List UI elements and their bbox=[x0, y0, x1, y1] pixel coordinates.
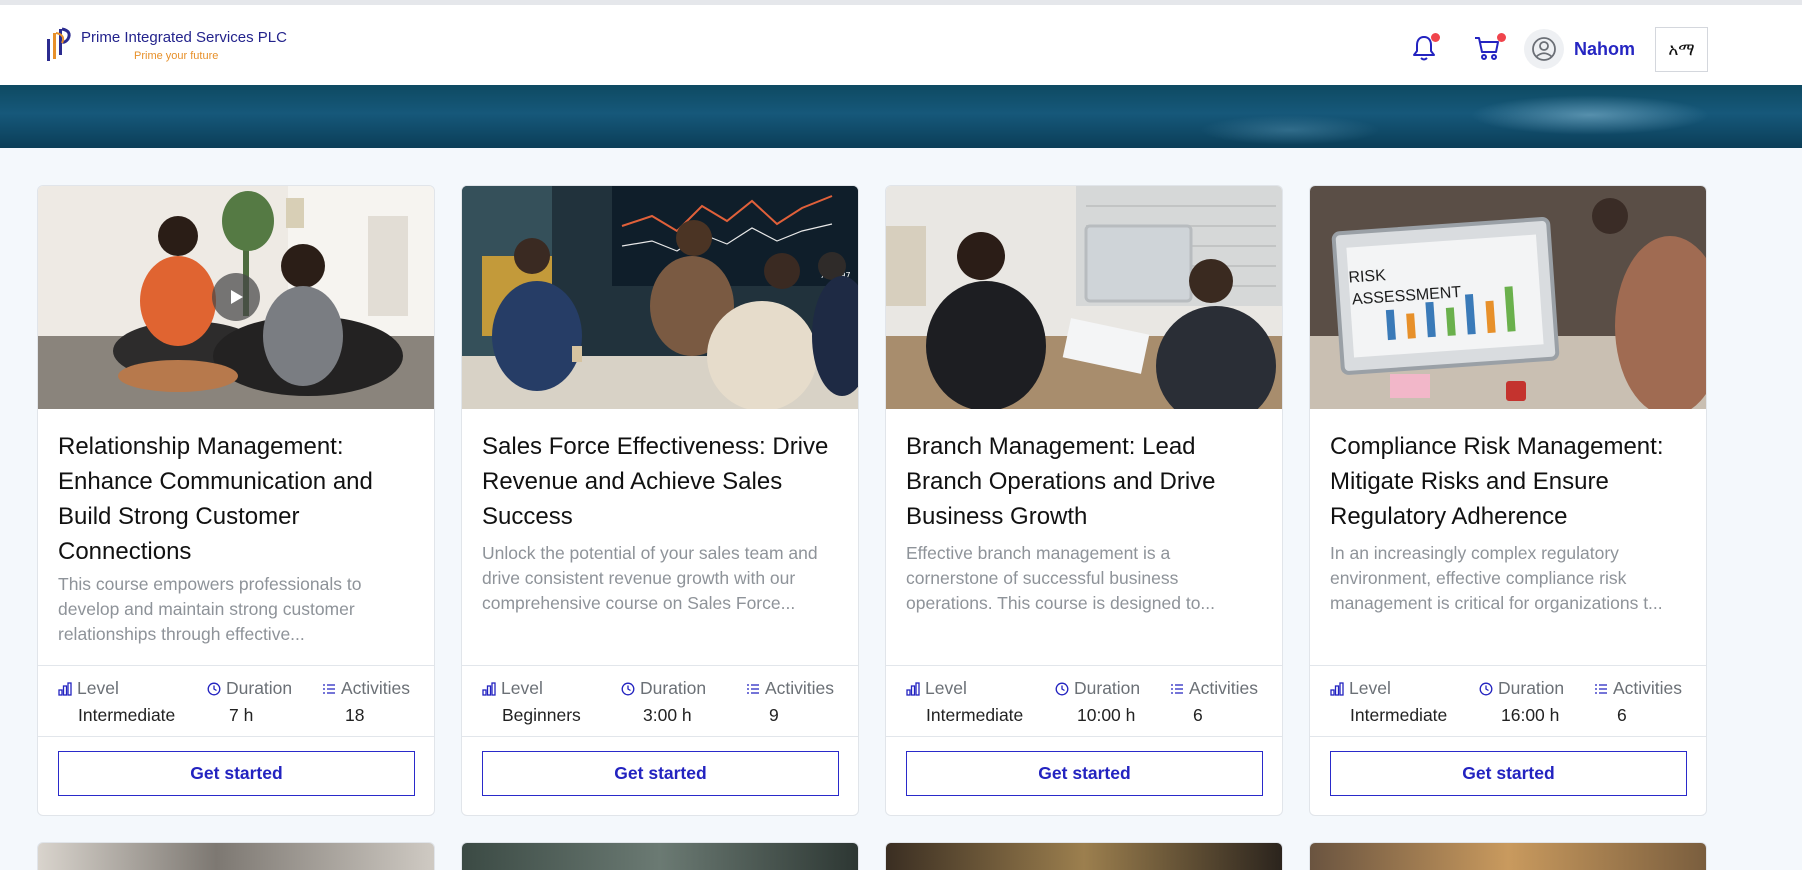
language-switch-button[interactable]: አማ bbox=[1655, 27, 1708, 72]
duration-label: Duration bbox=[640, 678, 707, 698]
course-meta: Level Beginners Duration 3:00 h Activiti… bbox=[462, 665, 858, 737]
level-icon bbox=[482, 681, 496, 696]
clock-icon bbox=[207, 682, 221, 695]
activities-value: 6 bbox=[1617, 705, 1627, 725]
list-icon bbox=[1171, 683, 1183, 694]
course-thumbnail[interactable] bbox=[886, 186, 1282, 409]
list-icon bbox=[1595, 683, 1607, 694]
brand-name: Prime Integrated Services PLC bbox=[81, 29, 287, 46]
brand-tagline: Prime your future bbox=[134, 50, 219, 62]
course-title[interactable]: Sales Force Effectiveness: Drive Revenue… bbox=[482, 429, 842, 534]
brand-logo[interactable]: Prime Integrated Services PLC Prime your… bbox=[44, 23, 287, 67]
course-card[interactable]: Relationship Management: Enhance Communi… bbox=[37, 185, 435, 816]
user-circle-icon bbox=[1532, 37, 1556, 61]
cart-button[interactable] bbox=[1470, 31, 1506, 65]
clock-icon bbox=[621, 682, 635, 695]
level-value: Intermediate bbox=[78, 705, 176, 725]
course-thumbnail[interactable] bbox=[38, 186, 434, 409]
course-description: In an increasingly complex regulatory en… bbox=[1330, 543, 1663, 613]
list-icon bbox=[323, 683, 335, 694]
clock-icon bbox=[1479, 682, 1493, 695]
level-icon bbox=[58, 681, 72, 696]
hero-banner-image bbox=[0, 85, 1802, 148]
course-meta: Level Intermediate Duration 10:00 h Acti… bbox=[886, 665, 1282, 737]
course-thumbnail[interactable]: 785097 bbox=[462, 186, 858, 409]
duration-label: Duration bbox=[1074, 678, 1141, 698]
course-card-next[interactable] bbox=[1309, 842, 1707, 870]
avatar bbox=[1524, 29, 1564, 69]
top-header: Prime Integrated Services PLC Prime your… bbox=[0, 5, 1802, 85]
get-started-button[interactable]: Get started bbox=[482, 751, 839, 796]
duration-label: Duration bbox=[1498, 678, 1565, 698]
activities-label: Activities bbox=[1613, 678, 1683, 698]
level-label: Level bbox=[501, 678, 543, 698]
notification-dot bbox=[1431, 33, 1440, 42]
course-description: This course empowers professionals to de… bbox=[58, 574, 362, 644]
course-card-next[interactable] bbox=[885, 842, 1283, 870]
duration-value: 16:00 h bbox=[1501, 705, 1560, 725]
activities-value: 18 bbox=[345, 705, 365, 725]
course-description: Effective branch management is a corners… bbox=[906, 543, 1216, 613]
cart-dot bbox=[1497, 33, 1506, 42]
duration-value: 7 h bbox=[229, 705, 254, 725]
level-value: Intermediate bbox=[1350, 705, 1448, 725]
activities-label: Activities bbox=[1189, 678, 1259, 698]
course-title[interactable]: Compliance Risk Management: Mitigate Ris… bbox=[1330, 429, 1690, 534]
user-name: Nahom bbox=[1574, 38, 1636, 59]
course-title[interactable]: Branch Management: Lead Branch Operation… bbox=[906, 429, 1266, 534]
course-card[interactable]: 785097 Sales Force Effectiveness: Drive … bbox=[461, 185, 859, 816]
course-card[interactable]: RISK ASSESSMENT Compliance Risk Manageme… bbox=[1309, 185, 1707, 816]
course-card-next[interactable] bbox=[37, 842, 435, 870]
course-card[interactable]: Branch Management: Lead Branch Operation… bbox=[885, 185, 1283, 816]
duration-value: 10:00 h bbox=[1077, 705, 1136, 725]
logo-mark-icon bbox=[47, 27, 71, 61]
duration-value: 3:00 h bbox=[643, 705, 692, 725]
image-text-risk: RISK bbox=[1348, 267, 1387, 287]
level-label: Level bbox=[1349, 678, 1391, 698]
course-thumbnail[interactable]: RISK ASSESSMENT bbox=[1310, 186, 1706, 409]
duration-label: Duration bbox=[226, 678, 293, 698]
get-started-button[interactable]: Get started bbox=[906, 751, 1263, 796]
activities-value: 6 bbox=[1193, 705, 1203, 725]
level-label: Level bbox=[77, 678, 119, 698]
course-description: Unlock the potential of your sales team … bbox=[482, 543, 818, 613]
clock-icon bbox=[1055, 682, 1069, 695]
level-icon bbox=[1330, 681, 1344, 696]
user-menu[interactable]: Nahom bbox=[1524, 29, 1635, 69]
course-meta: Level Intermediate Duration 16:00 h Acti… bbox=[1310, 665, 1706, 737]
get-started-button[interactable]: Get started bbox=[58, 751, 415, 796]
level-value: Intermediate bbox=[926, 705, 1024, 725]
activities-value: 9 bbox=[769, 705, 779, 725]
level-label: Level bbox=[925, 678, 967, 698]
notifications-button[interactable] bbox=[1408, 31, 1440, 65]
play-video-button[interactable] bbox=[212, 273, 260, 321]
level-icon bbox=[906, 681, 920, 696]
course-title[interactable]: Relationship Management: Enhance Communi… bbox=[58, 429, 418, 569]
play-icon bbox=[231, 290, 243, 304]
list-icon bbox=[747, 683, 759, 694]
level-value: Beginners bbox=[502, 705, 581, 725]
get-started-button[interactable]: Get started bbox=[1330, 751, 1687, 796]
course-card-next[interactable] bbox=[461, 842, 859, 870]
activities-label: Activities bbox=[341, 678, 411, 698]
activities-label: Activities bbox=[765, 678, 835, 698]
course-meta: Level Intermediate Duration 7 h Activiti… bbox=[38, 665, 434, 737]
